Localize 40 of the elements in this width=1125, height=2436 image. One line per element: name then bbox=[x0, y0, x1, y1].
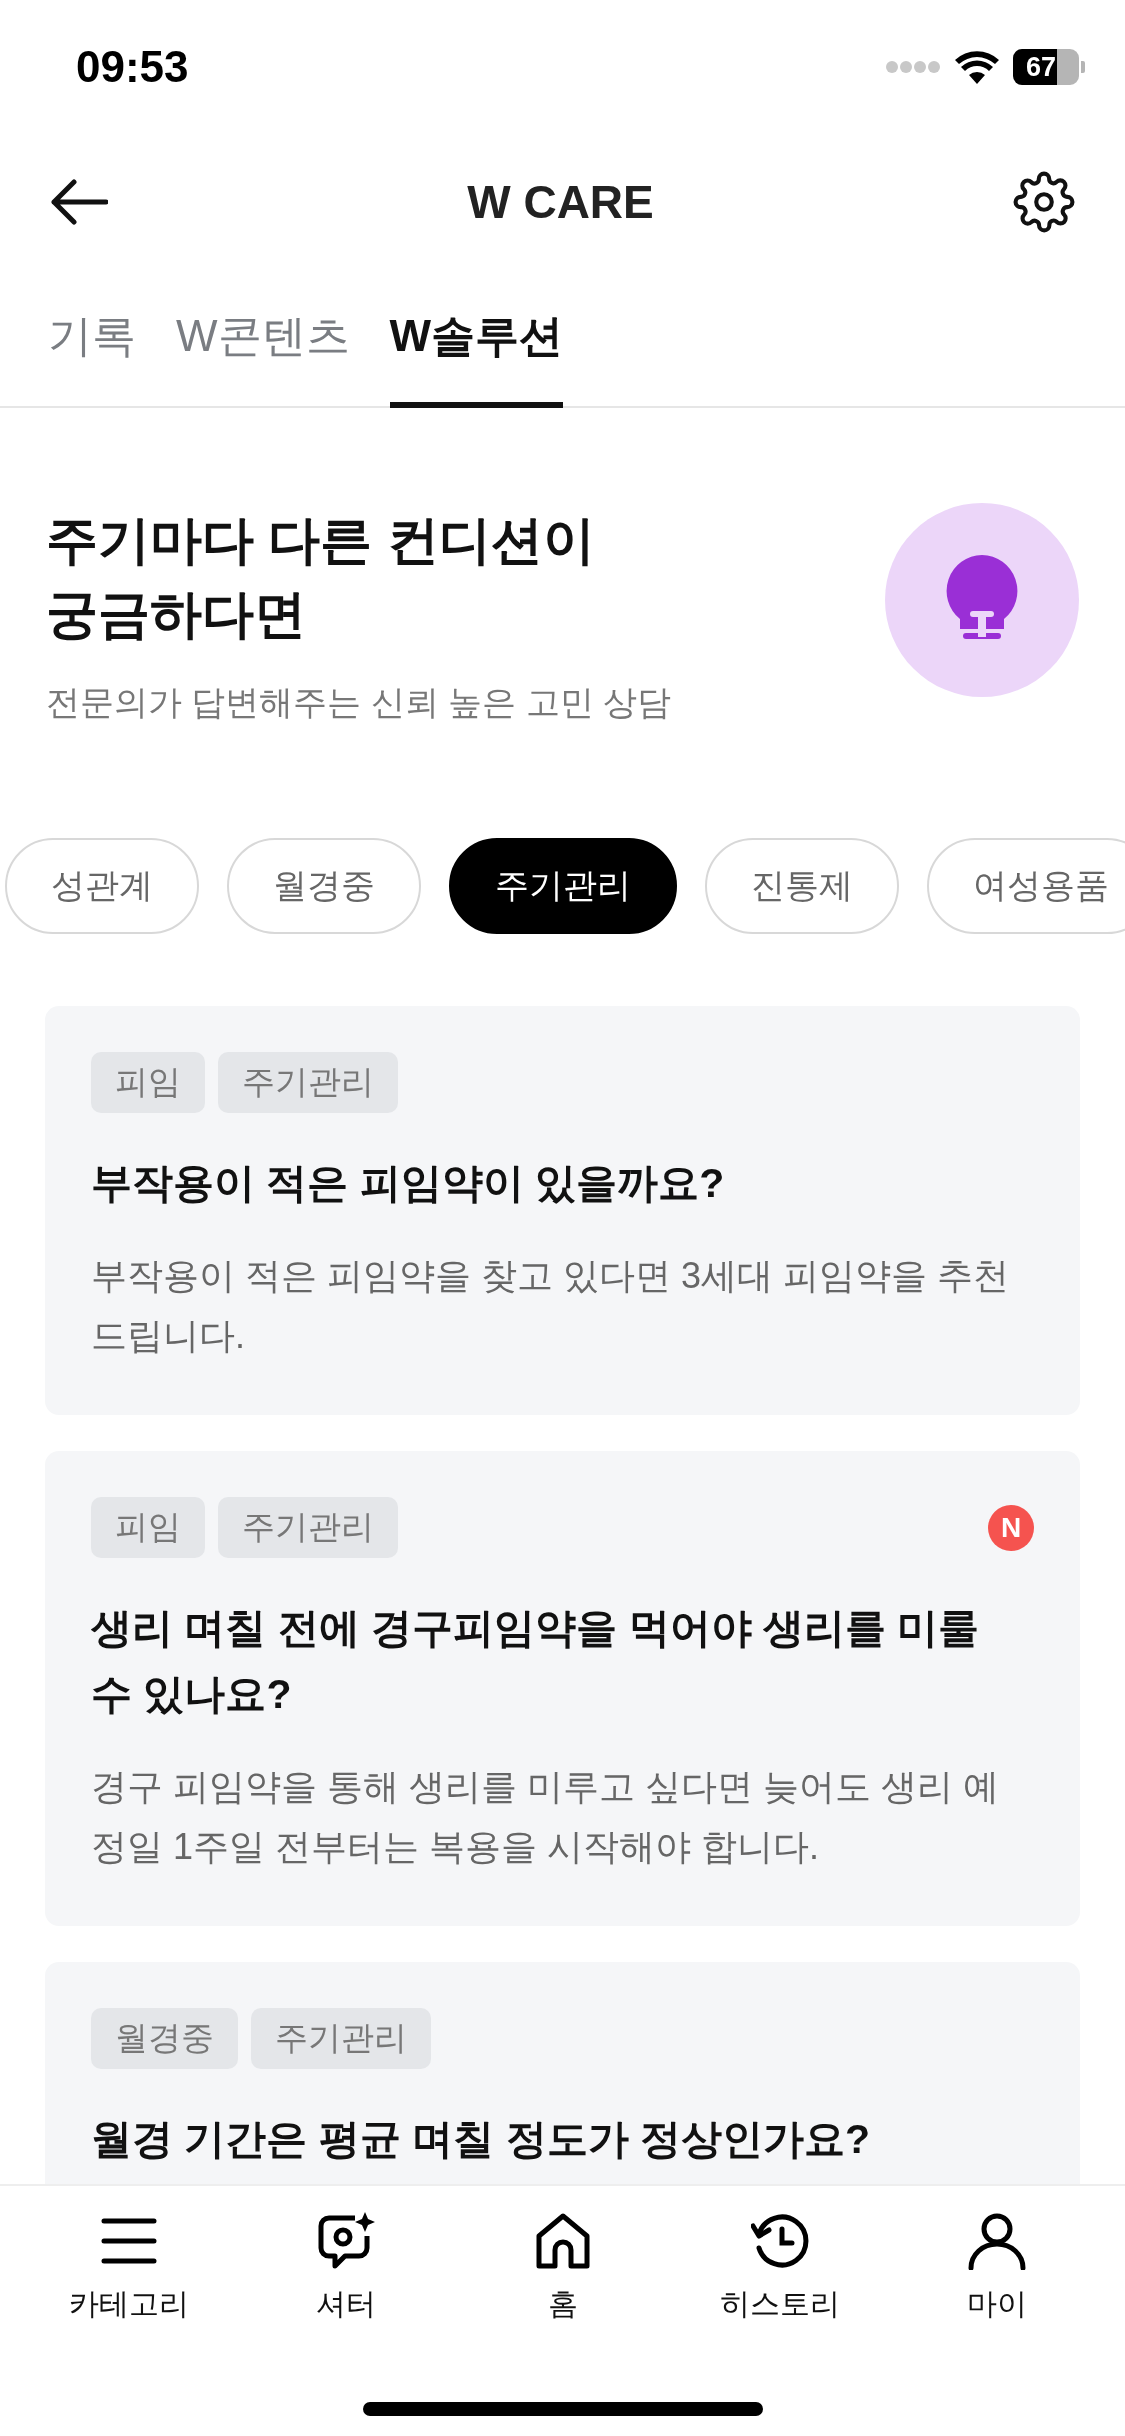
tag: 주기관리 bbox=[218, 1497, 398, 1559]
nav-item[interactable]: 홈 bbox=[472, 2212, 653, 2334]
tag: 피임 bbox=[91, 1497, 205, 1559]
question-title: 부작용이 적은 피임약이 있을까요? bbox=[91, 1158, 726, 1208]
tab[interactable]: 기록 bbox=[48, 270, 136, 408]
nav-item[interactable]: 셔터 bbox=[255, 2212, 436, 2334]
new-badge: N bbox=[988, 1504, 1034, 1551]
status-time: 09:53 bbox=[76, 42, 189, 92]
tag: 주기관리 bbox=[218, 1051, 398, 1113]
question-card[interactable]: 피임 주기관리 N 생리 며칠 전에 경구피임약을 먹어야 생리를 미룰 수 있나요? 경구 피임약을 통해 생리를 미루고 싶다면 늦어도 생리 예정일 1주일 전부터는 복용을 시작해야 합니다. bbox=[45, 1451, 1080, 1926]
answer-preview: 경구 피임약을 통해 생리를 미루고 싶다면 늦어도 생리 예정일 1주일 전부터는 복용을 시작해야 합니다. bbox=[91, 1765, 1000, 1869]
speech-bubble-sparkle-icon bbox=[316, 2212, 375, 2270]
question-card[interactable]: 월경중 주기관리 월경 기간은 평균 며칠 정도가 정상인가요? bbox=[45, 1962, 1080, 2184]
answer-preview: 부작용이 적은 피임약을 찾고 있다면 3세대 피임약을 추천드립니다. bbox=[91, 1254, 1011, 1358]
back-arrow-icon[interactable] bbox=[50, 179, 108, 225]
settings-icon[interactable] bbox=[1013, 171, 1075, 233]
tab[interactable]: W솔루션 bbox=[389, 270, 564, 408]
question-title: 월경 기간은 평균 며칠 정도가 정상인가요? bbox=[91, 2115, 871, 2164]
screen-title: W CARE bbox=[467, 175, 654, 229]
tag: 피임 bbox=[91, 1051, 205, 1113]
hero-subtitle: 전문의가 답변해주는 신뢰 높은 고민 상담 bbox=[46, 681, 672, 723]
hero-title: 주기마다 다른 컨디션이 궁금하다면 bbox=[46, 510, 596, 645]
history-icon bbox=[750, 2212, 809, 2270]
nav-item[interactable]: 카테고리 bbox=[38, 2212, 219, 2334]
tag: 주기관리 bbox=[251, 2008, 431, 2069]
wifi-icon bbox=[955, 50, 999, 84]
lightbulb-icon bbox=[885, 502, 1079, 697]
category-chip[interactable]: 성관계 bbox=[5, 837, 199, 934]
nav-item[interactable]: 마이 bbox=[906, 2212, 1087, 2334]
category-chip[interactable]: 주기관리 bbox=[449, 837, 677, 934]
person-icon bbox=[967, 2212, 1026, 2270]
tab[interactable]: W콘텐츠 bbox=[176, 270, 350, 408]
category-chip[interactable]: 여성용품 bbox=[927, 837, 1125, 934]
nav-item[interactable]: 히스토리 bbox=[689, 2212, 870, 2334]
question-title: 생리 며칠 전에 경구피임약을 먹어야 생리를 미룰 수 있나요? bbox=[91, 1604, 981, 1719]
category-chip[interactable]: 진통제 bbox=[705, 837, 899, 934]
signal-icon bbox=[885, 60, 941, 74]
category-chip[interactable]: 월경중 bbox=[227, 837, 421, 934]
tag: 월경중 bbox=[91, 2008, 238, 2069]
question-card[interactable]: 피임 주기관리 부작용이 적은 피임약이 있을까요? 부작용이 적은 피임약을 찾고 있다면 3세대 피임약을 추천드립니다. bbox=[45, 1005, 1080, 1416]
